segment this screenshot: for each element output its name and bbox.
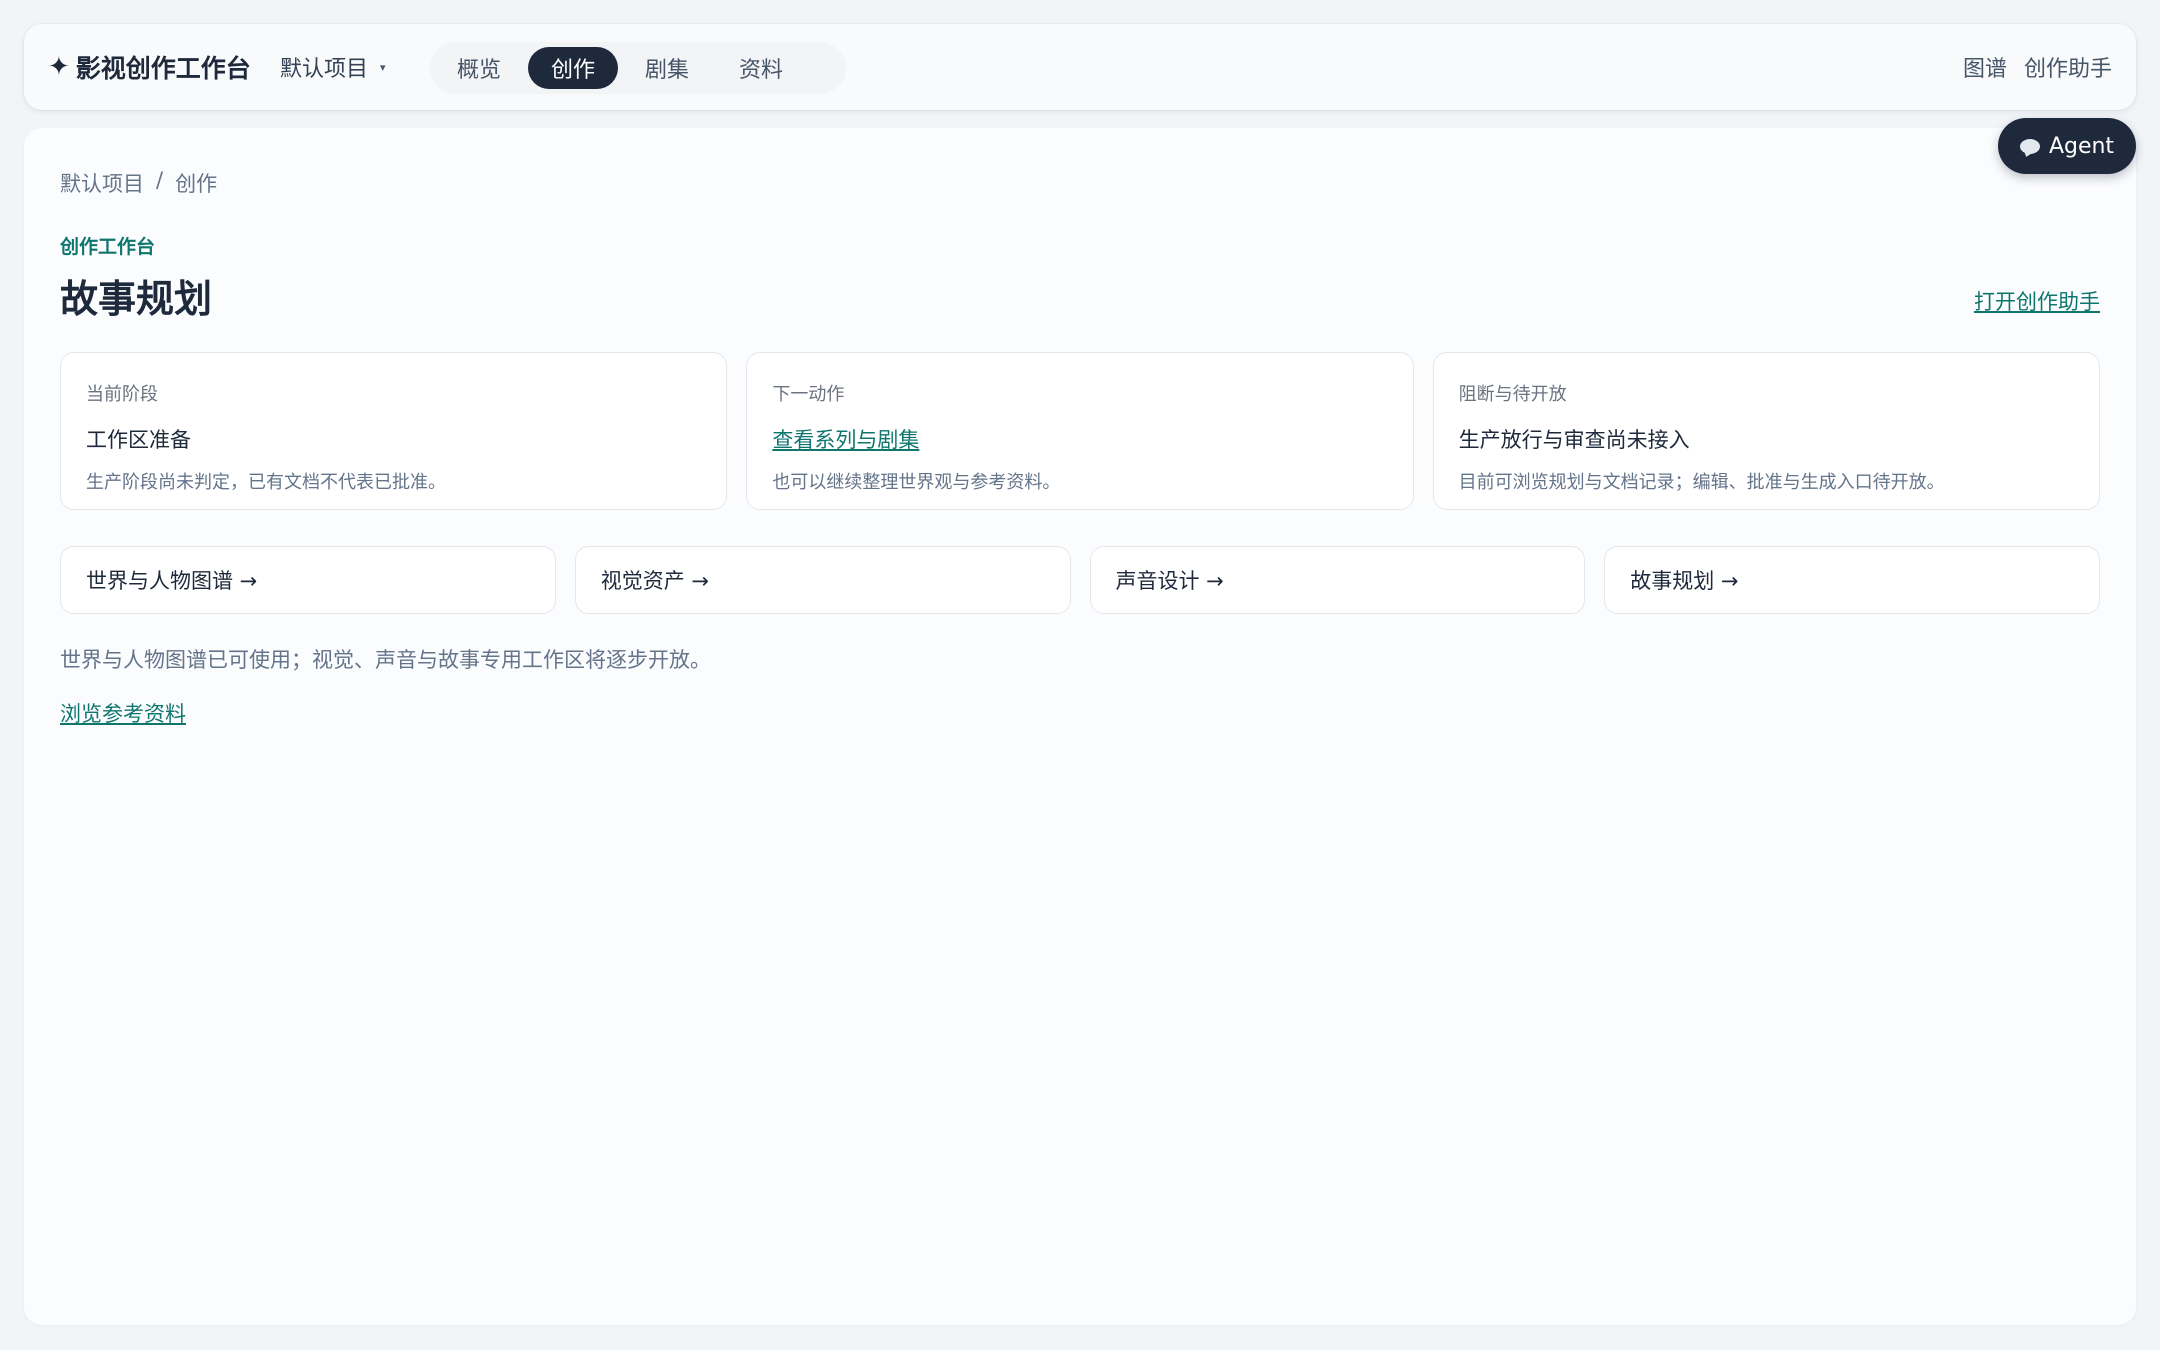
breadcrumb: 默认项目 / 创作 bbox=[60, 168, 217, 198]
open-assistant-link[interactable]: 打开创作助手 bbox=[1974, 286, 2100, 316]
graph-link[interactable]: 图谱 bbox=[1963, 51, 2007, 83]
sparkle-icon: ✦ bbox=[48, 52, 70, 82]
card-title: 生产放行与审查尚未接入 bbox=[1458, 428, 1690, 452]
status-card-next-action: 下一动作 查看系列与剧集 也可以继续整理世界观与参考资料。 bbox=[746, 352, 1414, 510]
workspace-quick-links: 世界与人物图谱 → 视觉资产 → 声音设计 → 故事规划 → bbox=[60, 546, 2100, 614]
card-description: 目前可浏览规划与文档记录；编辑、批准与生成入口待开放。 bbox=[1458, 472, 1945, 493]
breadcrumb-item-project[interactable]: 默认项目 bbox=[60, 168, 144, 198]
quick-link-visual-assets[interactable]: 视觉资产 → bbox=[574, 546, 1071, 614]
card-label: 下一动作 bbox=[772, 384, 845, 405]
chevron-down-icon: ▾ bbox=[380, 60, 386, 74]
app-title: 影视创作工作台 bbox=[75, 54, 251, 83]
card-label: 当前阶段 bbox=[86, 384, 158, 405]
status-card-blockers: 阻断与待开放 生产放行与审查尚未接入 目前可浏览规划与文档记录；编辑、批准与生成… bbox=[1432, 352, 2100, 510]
breadcrumb-separator: / bbox=[156, 168, 164, 192]
tab-overview[interactable]: 概览 bbox=[434, 47, 524, 89]
quick-link-world-character-graph[interactable]: 世界与人物图谱 → bbox=[60, 546, 556, 614]
card-label: 阻断与待开放 bbox=[1458, 384, 1567, 405]
availability-note: 世界与人物图谱已可使用；视觉、声音与故事专用工作区将逐步开放。 bbox=[60, 648, 711, 672]
tab-materials[interactable]: 资料 bbox=[716, 47, 806, 89]
tab-episodes[interactable]: 剧集 bbox=[622, 47, 712, 89]
card-title: 工作区准备 bbox=[86, 428, 191, 452]
top-navigation-bar: ✦ 影视创作工作台 默认项目 ▾ 概览 创作 剧集 资料 图谱 创作助手 bbox=[24, 24, 2136, 110]
agent-button[interactable]: Agent bbox=[1998, 118, 2136, 174]
status-cards: 当前阶段 工作区准备 生产阶段尚未判定，已有文档不代表已批准。 下一动作 查看系… bbox=[60, 352, 2100, 510]
page-title: 故事规划 bbox=[60, 277, 213, 321]
header-right-links: 图谱 创作助手 bbox=[1963, 24, 2112, 110]
quick-link-story-planning[interactable]: 故事规划 → bbox=[1604, 546, 2100, 614]
agent-button-label: Agent bbox=[2048, 133, 2115, 159]
card-description: 也可以继续整理世界观与参考资料。 bbox=[772, 472, 1061, 493]
main-content-panel: 默认项目 / 创作 创作工作台 故事规划 打开创作助手 当前阶段 工作区准备 生… bbox=[24, 128, 2136, 1325]
app-brand[interactable]: ✦ 影视创作工作台 bbox=[48, 24, 251, 110]
page-eyebrow: 创作工作台 bbox=[60, 236, 156, 258]
creation-assistant-link[interactable]: 创作助手 bbox=[2024, 51, 2112, 83]
project-selector-label: 默认项目 bbox=[280, 57, 369, 82]
card-description: 生产阶段尚未判定，已有文档不代表已批准。 bbox=[86, 472, 446, 493]
breadcrumb-item-create: 创作 bbox=[175, 172, 218, 196]
project-selector[interactable]: 默认项目 ▾ bbox=[280, 24, 386, 110]
view-series-episodes-link[interactable]: 查看系列与剧集 bbox=[772, 424, 1388, 454]
browse-references-link[interactable]: 浏览参考资料 bbox=[60, 698, 186, 728]
tab-create[interactable]: 创作 bbox=[528, 47, 619, 89]
main-nav-tabs: 概览 创作 剧集 资料 bbox=[430, 42, 846, 94]
chat-bubble-icon bbox=[2019, 138, 2040, 154]
quick-link-sound-design[interactable]: 声音设计 → bbox=[1089, 546, 1586, 614]
status-card-current-stage: 当前阶段 工作区准备 生产阶段尚未判定，已有文档不代表已批准。 bbox=[60, 352, 728, 510]
